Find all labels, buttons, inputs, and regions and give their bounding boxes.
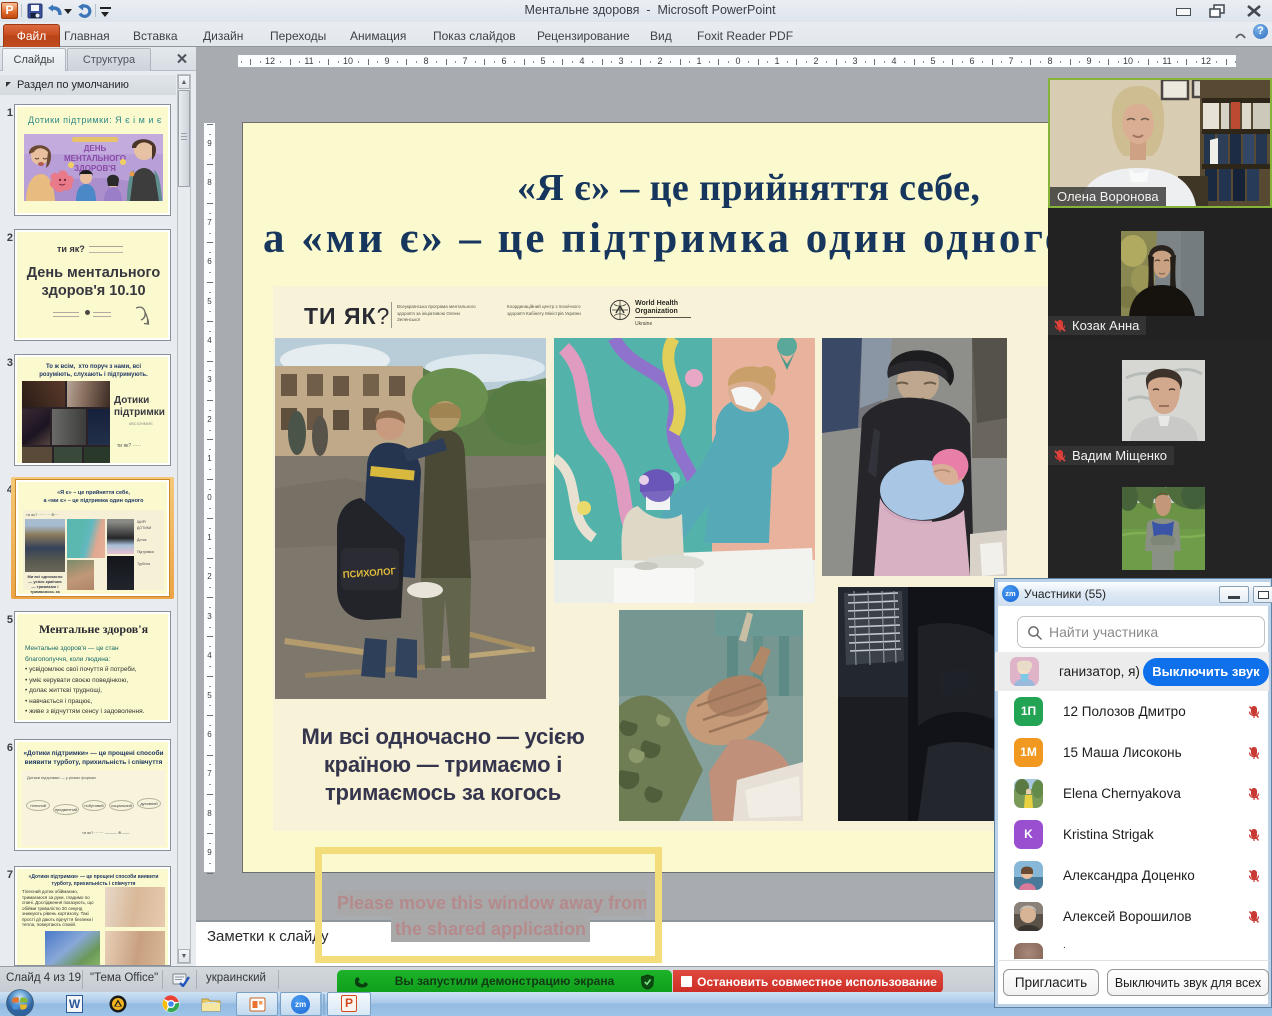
- svg-text:ДЕНЬ: ДЕНЬ: [84, 144, 107, 153]
- svg-text:МЕНТАЛЬНОГО: МЕНТАЛЬНОГО: [64, 154, 126, 163]
- svg-text:ЗДОРОВ'Я: ЗДОРОВ'Я: [74, 164, 116, 173]
